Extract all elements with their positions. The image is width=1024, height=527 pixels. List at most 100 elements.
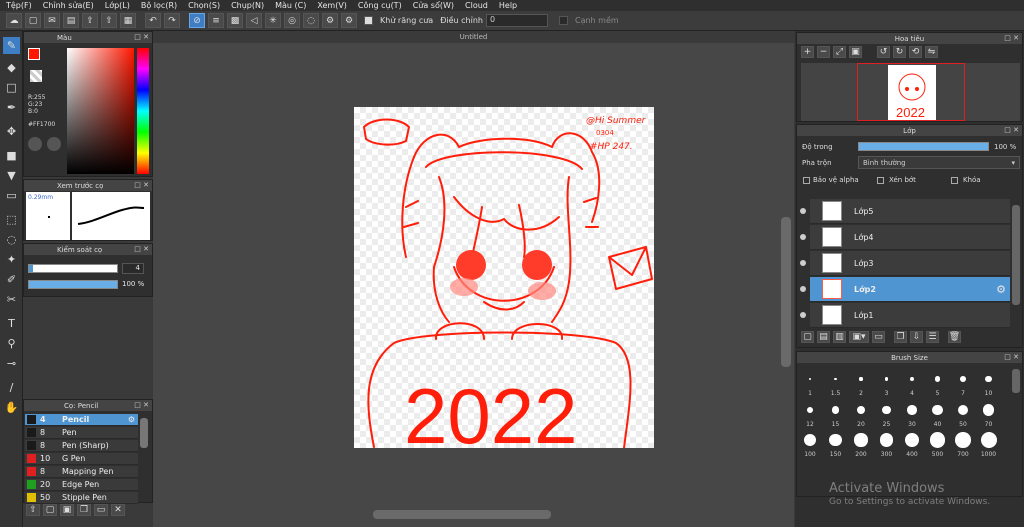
color-wheel-icon[interactable] — [47, 137, 61, 151]
new-8bit-layer-icon[interactable]: ▥ — [833, 331, 846, 343]
cloud-upload-icon[interactable]: ⇧ — [26, 504, 40, 516]
delete-layer-icon[interactable]: 🗑 — [948, 331, 961, 343]
layer-row[interactable]: Lớp4 — [800, 225, 1010, 250]
reset-rotation-icon[interactable]: ⟲ — [909, 46, 922, 58]
circle-snap-icon[interactable]: ◎ — [284, 13, 300, 28]
menu-help[interactable]: Help — [499, 1, 517, 10]
select-tool-icon[interactable]: ⬚ — [3, 211, 20, 228]
canvas-vertical-scrollbar[interactable] — [781, 217, 791, 367]
brush-opacity-slider[interactable] — [28, 280, 118, 289]
brush-size-option[interactable] — [804, 434, 816, 446]
grid-icon[interactable]: ▦ — [120, 13, 136, 28]
dot-tool-icon[interactable]: □ — [3, 79, 20, 96]
menu-filter[interactable]: Bộ lọc(R) — [141, 1, 177, 10]
cloud-icon[interactable]: ☁ — [6, 13, 22, 28]
duplicate-layer-icon[interactable]: ❐ — [894, 331, 907, 343]
brush-item[interactable]: 8 Pen (Sharp) — [25, 440, 138, 452]
visibility-icon[interactable] — [800, 260, 806, 266]
brush-size-scrollbar[interactable] — [1012, 369, 1020, 393]
antialias-checkbox[interactable] — [364, 16, 373, 25]
text-tool-icon[interactable]: T — [3, 315, 20, 332]
hue-slider[interactable] — [137, 48, 149, 174]
brush-size-input[interactable]: 4 — [122, 263, 144, 274]
blend-mode-select[interactable]: Bình thường ▾ — [858, 156, 1020, 169]
vanishing-point-icon[interactable]: ◁ — [246, 13, 262, 28]
panel-close-icon[interactable]: □ ✕ — [134, 401, 149, 409]
hand-tool-icon[interactable]: ✋ — [3, 399, 20, 416]
eyedrop-tool-icon[interactable]: ∕ — [3, 379, 20, 396]
folder-icon[interactable]: ▭ — [94, 504, 108, 516]
brush-size-option[interactable] — [904, 432, 920, 448]
panel-close-icon[interactable]: □ ✕ — [134, 245, 149, 253]
soft-edge-checkbox[interactable] — [558, 16, 568, 25]
layer-row[interactable]: Lớp5 — [800, 199, 1010, 224]
redo-icon[interactable]: ↷ — [164, 13, 180, 28]
layer-row-selected[interactable]: Lớp2 ⚙ — [800, 277, 1010, 302]
eraser-tool-icon[interactable]: ◆ — [3, 59, 20, 76]
new-layer-icon[interactable]: ▢ — [801, 331, 814, 343]
curve-snap-icon[interactable]: ◌ — [303, 13, 319, 28]
panel-close-icon[interactable]: □ ✕ — [134, 181, 149, 189]
brush-size-option[interactable] — [909, 376, 915, 382]
menu-window[interactable]: Cửa sổ(W) — [413, 1, 454, 10]
brush-size-option[interactable] — [859, 377, 863, 381]
brush-size-option[interactable] — [834, 377, 837, 381]
radial-snap-icon[interactable]: ✳ — [265, 13, 281, 28]
brush-size-option[interactable] — [982, 404, 995, 416]
undo-icon[interactable]: ↶ — [145, 13, 161, 28]
brush-item[interactable]: 20 Edge Pen — [25, 479, 138, 491]
brush-size-option[interactable] — [980, 432, 997, 448]
panel-close-icon[interactable]: □ ✕ — [1004, 353, 1019, 361]
brush-tool-icon[interactable]: ✎ — [3, 37, 20, 54]
visibility-icon[interactable] — [800, 234, 806, 240]
palette-icon[interactable] — [28, 137, 42, 151]
select-eraser-icon[interactable]: ✂ — [3, 291, 20, 308]
new-folder-icon[interactable]: ▭ — [872, 331, 885, 343]
menu-color[interactable]: Màu (C) — [275, 1, 306, 10]
adjust-select[interactable]: 0 — [485, 14, 548, 27]
upload-icon[interactable]: ⇧ — [101, 13, 117, 28]
menu-view[interactable]: Xem(V) — [317, 1, 347, 10]
eyedropper-icon[interactable]: ⊸ — [3, 355, 20, 372]
brush-size-option[interactable] — [879, 433, 894, 447]
rotate-right-icon[interactable]: ↻ — [893, 46, 906, 58]
menu-tools[interactable]: Công cụ(T) — [358, 1, 402, 10]
brush-size-option[interactable] — [955, 432, 971, 448]
gradient-tool-icon[interactable]: ▭ — [3, 187, 20, 204]
add-layer-menu-icon[interactable]: ▣▾ — [849, 331, 869, 343]
zoom-in-icon[interactable]: + — [801, 46, 814, 58]
actual-size-icon[interactable]: ▣ — [849, 46, 862, 58]
layer-properties-icon[interactable]: ☰ — [926, 331, 939, 343]
brush-size-option[interactable] — [985, 375, 992, 383]
menu-edit[interactable]: Chỉnh sửa(E) — [43, 1, 94, 10]
fill-tool-icon[interactable]: ▼ — [3, 167, 20, 184]
saturation-value-picker[interactable] — [67, 48, 134, 174]
fit-icon[interactable]: ⤢ — [833, 46, 846, 58]
brush-item[interactable]: 50 Stipple Pen — [25, 492, 138, 504]
brush-size-option[interactable] — [929, 432, 945, 448]
document-tab[interactable]: Untitled — [153, 31, 794, 43]
visibility-icon[interactable] — [800, 312, 806, 318]
lasso-tool-icon[interactable]: ◌ — [3, 231, 20, 248]
brush-size-option[interactable] — [831, 406, 840, 414]
brush-item[interactable]: 4 Pencil ⚙ — [25, 414, 138, 426]
select-pen-icon[interactable]: ✐ — [3, 271, 20, 288]
brush-size-option[interactable] — [884, 377, 889, 381]
layer-row[interactable]: Lớp1 — [800, 303, 1010, 328]
panel-close-icon[interactable]: □ ✕ — [1004, 126, 1019, 134]
new-file-icon[interactable]: ▢ — [25, 13, 41, 28]
brush-item[interactable]: 10 G Pen — [25, 453, 138, 465]
brush-list-scrollbar[interactable] — [140, 418, 148, 448]
zoom-out-icon[interactable]: − — [817, 46, 830, 58]
canvas-horizontal-scrollbar[interactable] — [373, 510, 551, 519]
gear-icon[interactable]: ⚙ — [128, 415, 135, 424]
parallel-snap-icon[interactable]: ≡ — [208, 13, 224, 28]
brush-size-option[interactable] — [960, 376, 966, 382]
brush-size-option[interactable] — [907, 405, 917, 415]
layer-list-scrollbar[interactable] — [1012, 205, 1020, 305]
gear-icon[interactable]: ⚙ — [996, 283, 1006, 296]
brush-size-slider[interactable] — [28, 264, 118, 273]
new-brush-icon[interactable]: ▢ — [43, 504, 57, 516]
lock-checkbox[interactable] — [951, 177, 958, 184]
brush-item[interactable]: 8 Pen — [25, 427, 138, 439]
